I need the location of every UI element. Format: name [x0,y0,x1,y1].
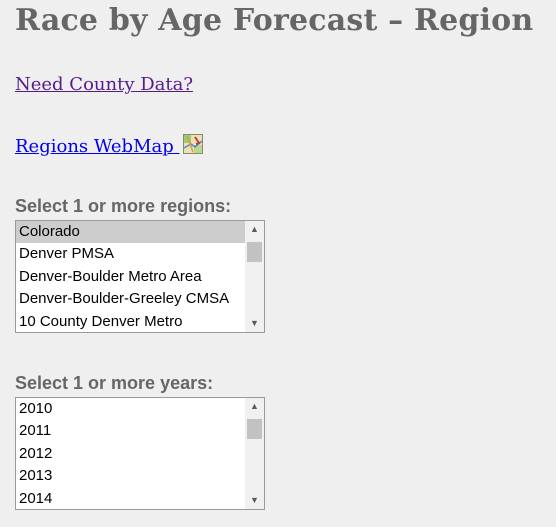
regions-select-label: Select 1 or more regions: [15,196,232,216]
year-option-2011[interactable]: 2011 [16,420,245,442]
page-title: Race by Age Forecast – Region [15,3,534,38]
regions-listbox[interactable]: Colorado Denver PMSA Denver-Boulder Metr… [15,220,265,333]
year-option-2012[interactable]: 2012 [16,443,245,465]
years-listbox[interactable]: 2010 2011 2012 2013 2014 ▲ ▼ [15,397,265,510]
scroll-up-arrow-icon[interactable]: ▲ [245,221,264,238]
map-icon[interactable] [182,134,203,159]
years-scroll-thumb[interactable] [247,419,262,439]
years-options: 2010 2011 2012 2013 2014 [16,398,245,509]
regions-webmap-label: Regions WebMap [15,136,174,157]
region-option-denver-pmsa[interactable]: Denver PMSA [16,243,245,265]
region-option-denver-boulder-metro[interactable]: Denver-Boulder Metro Area [16,266,245,288]
regions-webmap-link[interactable]: Regions WebMap [15,134,203,159]
regions-scrollbar[interactable]: ▲ ▼ [245,221,264,332]
year-option-2014[interactable]: 2014 [16,488,245,509]
regions-options: Colorado Denver PMSA Denver-Boulder Metr… [16,221,245,332]
year-option-2010[interactable]: 2010 [16,398,245,420]
years-select-label: Select 1 or more years: [15,373,214,393]
region-option-colorado[interactable]: Colorado [16,221,245,244]
year-option-2013[interactable]: 2013 [16,465,245,487]
region-option-10-county-denver[interactable]: 10 County Denver Metro [16,311,245,332]
scroll-down-arrow-icon[interactable]: ▼ [245,315,264,332]
years-scrollbar[interactable]: ▲ ▼ [245,398,264,509]
scroll-up-arrow-icon[interactable]: ▲ [245,398,264,415]
scroll-down-arrow-icon[interactable]: ▼ [245,492,264,509]
need-county-data-link[interactable]: Need County Data? [15,74,193,95]
regions-scroll-thumb[interactable] [247,242,262,262]
region-option-denver-boulder-greeley[interactable]: Denver-Boulder-Greeley CMSA [16,288,245,310]
